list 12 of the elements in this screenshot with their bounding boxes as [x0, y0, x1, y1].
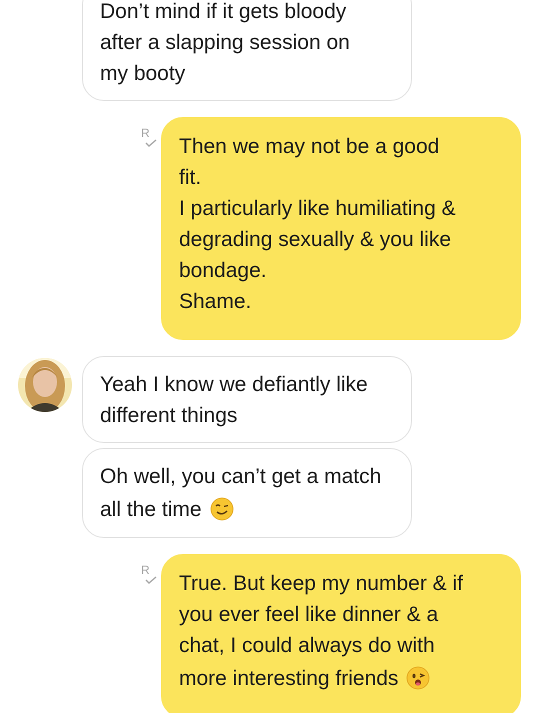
read-receipt: R: [141, 127, 150, 139]
message-text: more interesting friends: [179, 666, 398, 692]
message-text: Oh well, you can’t get a match: [100, 464, 382, 490]
winking-tongue-face-icon: [406, 666, 430, 690]
check-icon: [145, 139, 157, 147]
message-text: Yeah I know we defiantly like different things: [100, 373, 368, 427]
message-text: Then we may not be a good fit. I particularly like humiliating & degrading sexually & you like bondage. Shame.: [179, 135, 456, 313]
check-icon: [145, 576, 157, 584]
winking-face-icon: [210, 497, 234, 521]
message-text: all the time: [100, 496, 202, 522]
message-text: Don’t mind if it gets bloody after a slapping session on my booty: [100, 0, 350, 85]
read-receipt: R: [141, 564, 150, 576]
